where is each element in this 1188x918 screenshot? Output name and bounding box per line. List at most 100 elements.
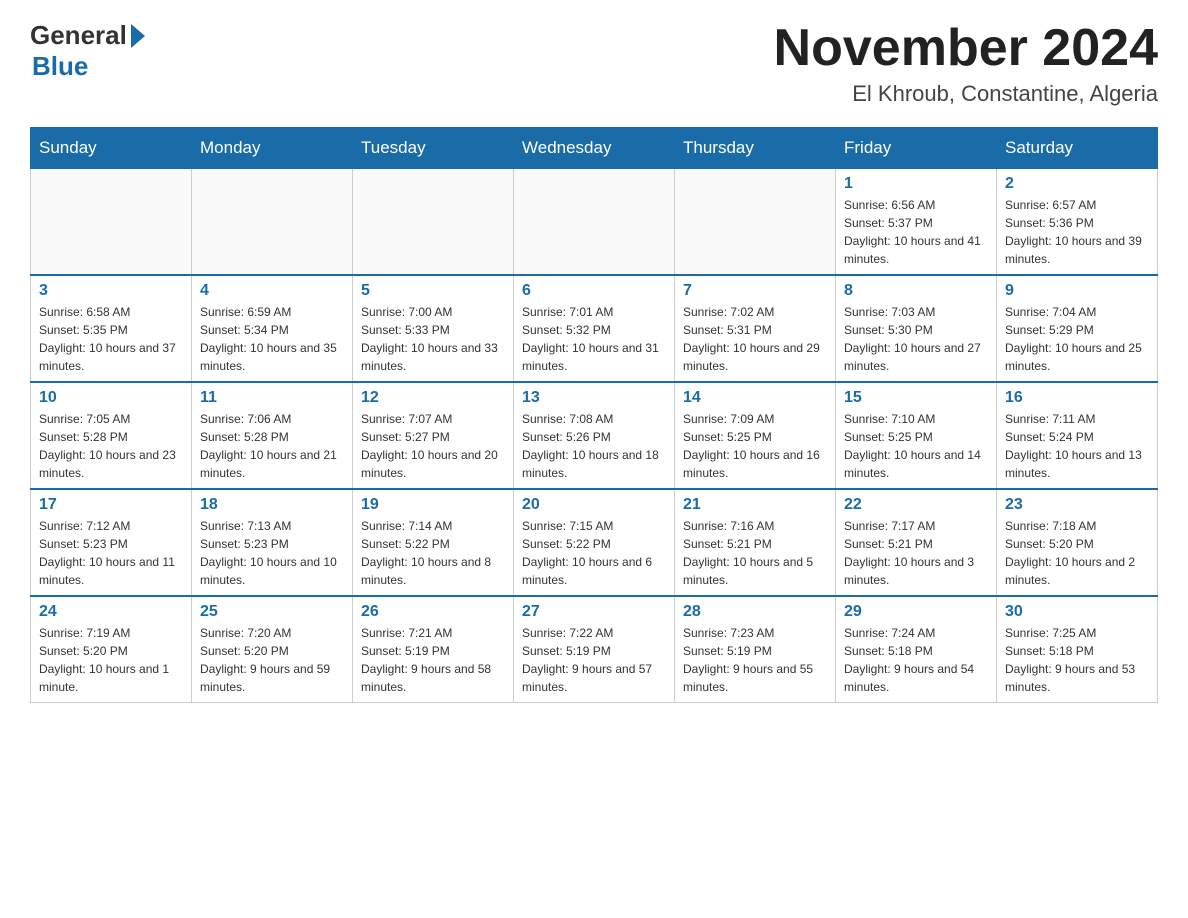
day-number: 5 [361, 282, 505, 300]
calendar-cell: 4 Sunrise: 6:59 AMSunset: 5:34 PMDaylight… [192, 275, 353, 382]
day-number: 21 [683, 496, 827, 514]
calendar-cell: 17 Sunrise: 7:12 AMSunset: 5:23 PMDayligh… [31, 489, 192, 596]
calendar-cell: 18 Sunrise: 7:13 AMSunset: 5:23 PMDayligh… [192, 489, 353, 596]
day-info: Sunrise: 7:06 AMSunset: 5:28 PMDaylight:… [200, 410, 344, 482]
day-info: Sunrise: 7:24 AMSunset: 5:18 PMDaylight:… [844, 624, 988, 696]
location-subtitle: El Khroub, Constantine, Algeria [774, 81, 1158, 107]
day-number: 18 [200, 496, 344, 514]
day-info: Sunrise: 7:17 AMSunset: 5:21 PMDaylight:… [844, 517, 988, 589]
calendar-cell: 11 Sunrise: 7:06 AMSunset: 5:28 PMDayligh… [192, 382, 353, 489]
day-number: 12 [361, 389, 505, 407]
day-number: 16 [1005, 389, 1149, 407]
day-number: 2 [1005, 175, 1149, 193]
calendar-cell: 12 Sunrise: 7:07 AMSunset: 5:27 PMDayligh… [353, 382, 514, 489]
calendar-cell: 7 Sunrise: 7:02 AMSunset: 5:31 PMDaylight… [675, 275, 836, 382]
calendar-week-1: 1 Sunrise: 6:56 AMSunset: 5:37 PMDaylight… [31, 169, 1158, 276]
day-info: Sunrise: 7:08 AMSunset: 5:26 PMDaylight:… [522, 410, 666, 482]
calendar-cell: 14Sunrise: 7:09 AMSunset: 5:25 PMDayligh… [675, 382, 836, 489]
calendar-cell: 1 Sunrise: 6:56 AMSunset: 5:37 PMDaylight… [836, 169, 997, 276]
calendar-cell [675, 169, 836, 276]
calendar-cell: 24 Sunrise: 7:19 AMSunset: 5:20 PMDayligh… [31, 596, 192, 703]
day-info: Sunrise: 7:25 AMSunset: 5:18 PMDaylight:… [1005, 624, 1149, 696]
logo-general-text: General [30, 20, 127, 51]
day-number: 11 [200, 389, 344, 407]
calendar-cell: 28 Sunrise: 7:23 AMSunset: 5:19 PMDayligh… [675, 596, 836, 703]
day-info: Sunrise: 7:16 AMSunset: 5:21 PMDaylight:… [683, 517, 827, 589]
day-info: Sunrise: 7:03 AMSunset: 5:30 PMDaylight:… [844, 303, 988, 375]
day-info: Sunrise: 7:02 AMSunset: 5:31 PMDaylight:… [683, 303, 827, 375]
day-number: 17 [39, 496, 183, 514]
day-number: 19 [361, 496, 505, 514]
day-info: Sunrise: 7:13 AMSunset: 5:23 PMDaylight:… [200, 517, 344, 589]
day-info: Sunrise: 7:19 AMSunset: 5:20 PMDaylight:… [39, 624, 183, 696]
calendar-cell: 10 Sunrise: 7:05 AMSunset: 5:28 PMDayligh… [31, 382, 192, 489]
logo-arrow-icon [131, 24, 145, 48]
calendar-cell: 15Sunrise: 7:10 AMSunset: 5:25 PMDayligh… [836, 382, 997, 489]
calendar-cell [31, 169, 192, 276]
calendar-cell [353, 169, 514, 276]
calendar-week-4: 17 Sunrise: 7:12 AMSunset: 5:23 PMDayligh… [31, 489, 1158, 596]
calendar-cell: 5Sunrise: 7:00 AMSunset: 5:33 PMDaylight… [353, 275, 514, 382]
title-section: November 2024 El Khroub, Constantine, Al… [774, 20, 1158, 107]
weekday-header-thursday: Thursday [675, 128, 836, 169]
day-number: 26 [361, 603, 505, 621]
calendar-cell: 9Sunrise: 7:04 AMSunset: 5:29 PMDaylight… [997, 275, 1158, 382]
day-number: 6 [522, 282, 666, 300]
day-info: Sunrise: 7:01 AMSunset: 5:32 PMDaylight:… [522, 303, 666, 375]
day-number: 1 [844, 175, 988, 193]
calendar-cell: 19 Sunrise: 7:14 AMSunset: 5:22 PMDayligh… [353, 489, 514, 596]
weekday-header-friday: Friday [836, 128, 997, 169]
calendar-cell: 27 Sunrise: 7:22 AMSunset: 5:19 PMDayligh… [514, 596, 675, 703]
day-number: 14 [683, 389, 827, 407]
calendar-cell: 25Sunrise: 7:20 AMSunset: 5:20 PMDayligh… [192, 596, 353, 703]
day-info: Sunrise: 7:15 AMSunset: 5:22 PMDaylight:… [522, 517, 666, 589]
day-number: 23 [1005, 496, 1149, 514]
day-info: Sunrise: 7:12 AMSunset: 5:23 PMDaylight:… [39, 517, 183, 589]
day-number: 28 [683, 603, 827, 621]
calendar-week-5: 24 Sunrise: 7:19 AMSunset: 5:20 PMDayligh… [31, 596, 1158, 703]
day-info: Sunrise: 6:57 AMSunset: 5:36 PMDaylight:… [1005, 196, 1149, 268]
calendar-cell: 23 Sunrise: 7:18 AMSunset: 5:20 PMDayligh… [997, 489, 1158, 596]
calendar-week-3: 10 Sunrise: 7:05 AMSunset: 5:28 PMDayligh… [31, 382, 1158, 489]
day-info: Sunrise: 7:22 AMSunset: 5:19 PMDaylight:… [522, 624, 666, 696]
logo-blue-text: Blue [32, 51, 88, 82]
day-number: 20 [522, 496, 666, 514]
day-info: Sunrise: 7:18 AMSunset: 5:20 PMDaylight:… [1005, 517, 1149, 589]
day-info: Sunrise: 6:56 AMSunset: 5:37 PMDaylight:… [844, 196, 988, 268]
day-info: Sunrise: 7:23 AMSunset: 5:19 PMDaylight:… [683, 624, 827, 696]
day-info: Sunrise: 7:05 AMSunset: 5:28 PMDaylight:… [39, 410, 183, 482]
calendar-cell: 13Sunrise: 7:08 AMSunset: 5:26 PMDayligh… [514, 382, 675, 489]
calendar-table: SundayMondayTuesdayWednesdayThursdayFrid… [30, 127, 1158, 703]
page-header: General Blue November 2024 El Khroub, Co… [30, 20, 1158, 107]
day-info: Sunrise: 7:14 AMSunset: 5:22 PMDaylight:… [361, 517, 505, 589]
weekday-header-sunday: Sunday [31, 128, 192, 169]
weekday-header-wednesday: Wednesday [514, 128, 675, 169]
calendar-week-2: 3 Sunrise: 6:58 AMSunset: 5:35 PMDaylight… [31, 275, 1158, 382]
day-number: 8 [844, 282, 988, 300]
day-info: Sunrise: 7:07 AMSunset: 5:27 PMDaylight:… [361, 410, 505, 482]
day-number: 7 [683, 282, 827, 300]
day-number: 29 [844, 603, 988, 621]
weekday-header-row: SundayMondayTuesdayWednesdayThursdayFrid… [31, 128, 1158, 169]
day-info: Sunrise: 6:58 AMSunset: 5:35 PMDaylight:… [39, 303, 183, 375]
calendar-cell [192, 169, 353, 276]
day-number: 27 [522, 603, 666, 621]
day-number: 10 [39, 389, 183, 407]
month-title: November 2024 [774, 20, 1158, 77]
day-number: 24 [39, 603, 183, 621]
calendar-cell: 22 Sunrise: 7:17 AMSunset: 5:21 PMDayligh… [836, 489, 997, 596]
day-number: 4 [200, 282, 344, 300]
calendar-cell: 3 Sunrise: 6:58 AMSunset: 5:35 PMDaylight… [31, 275, 192, 382]
calendar-cell: 6 Sunrise: 7:01 AMSunset: 5:32 PMDaylight… [514, 275, 675, 382]
day-number: 30 [1005, 603, 1149, 621]
calendar-cell: 2 Sunrise: 6:57 AMSunset: 5:36 PMDaylight… [997, 169, 1158, 276]
day-number: 22 [844, 496, 988, 514]
calendar-cell: 30 Sunrise: 7:25 AMSunset: 5:18 PMDayligh… [997, 596, 1158, 703]
calendar-cell: 16Sunrise: 7:11 AMSunset: 5:24 PMDayligh… [997, 382, 1158, 489]
day-number: 3 [39, 282, 183, 300]
day-number: 9 [1005, 282, 1149, 300]
calendar-cell [514, 169, 675, 276]
weekday-header-monday: Monday [192, 128, 353, 169]
calendar-cell: 26Sunrise: 7:21 AMSunset: 5:19 PMDayligh… [353, 596, 514, 703]
day-info: Sunrise: 6:59 AMSunset: 5:34 PMDaylight:… [200, 303, 344, 375]
